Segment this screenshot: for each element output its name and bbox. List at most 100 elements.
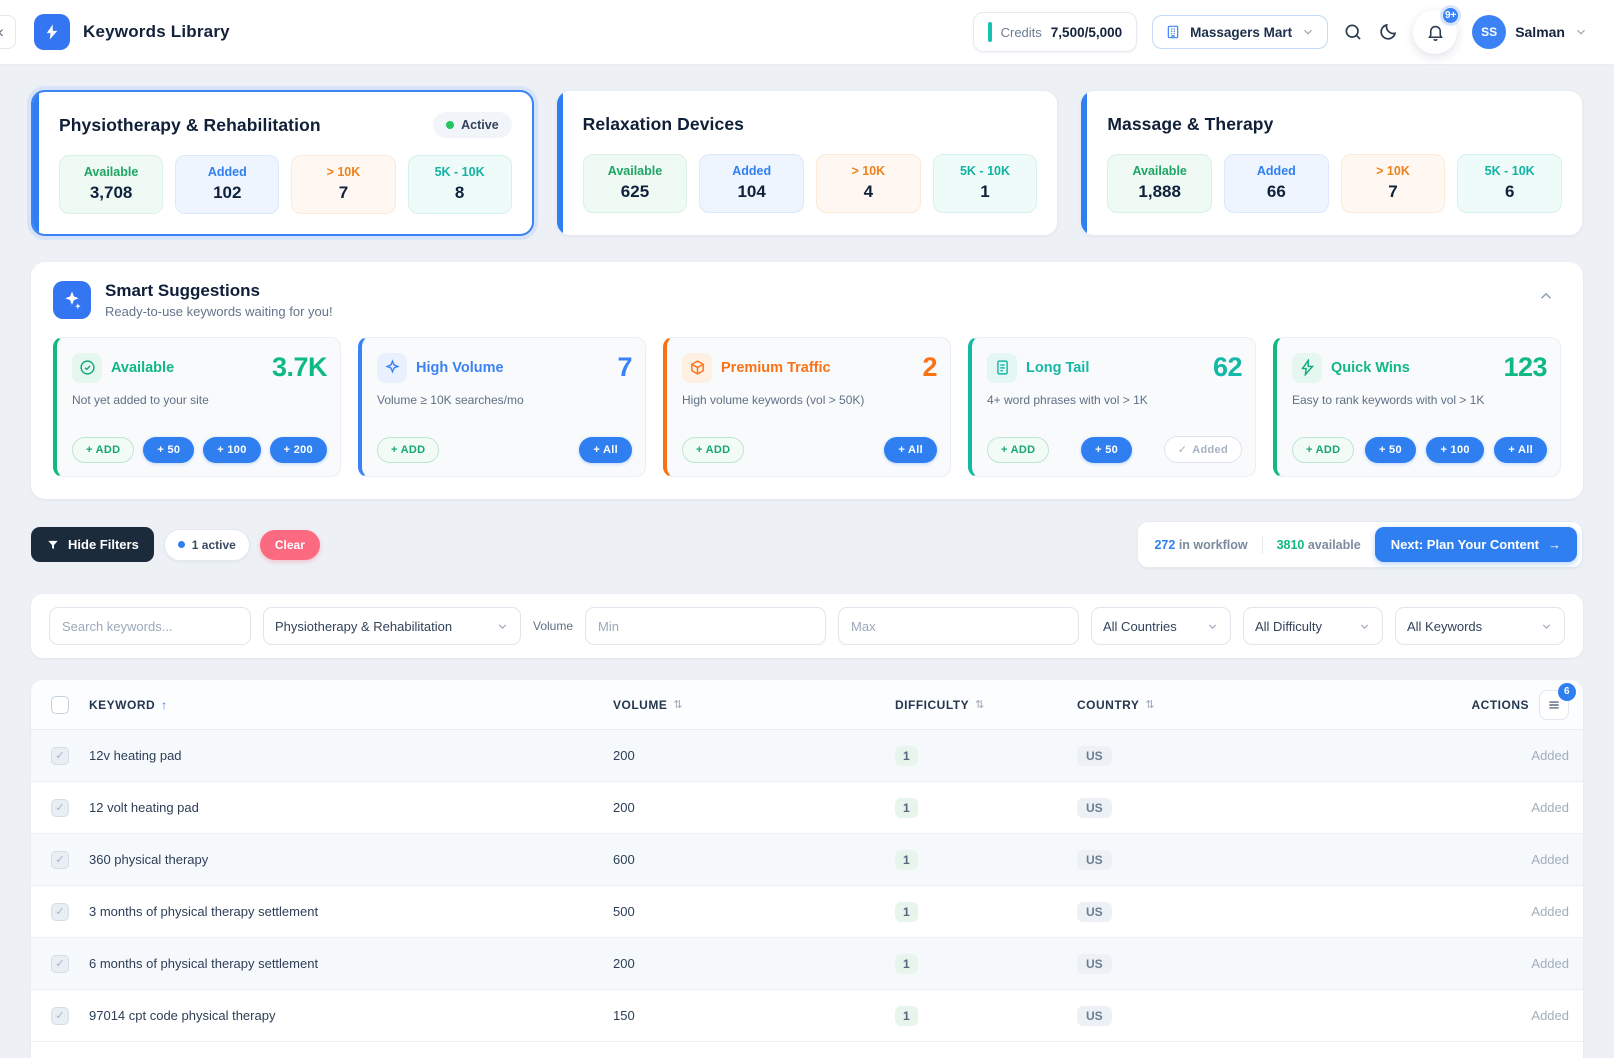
stat-over-10k: > 10K 7: [1341, 154, 1446, 213]
table-header: KEYWORD ↑ VOLUME ⇅ DIFFICULTY ⇅ COUNTRY …: [31, 680, 1583, 730]
bolt-icon: [1292, 353, 1322, 383]
add-50-button[interactable]: + 50: [1365, 437, 1416, 463]
add-button[interactable]: + ADD: [72, 437, 134, 463]
keyword-cell: 3 months of physical therapy settlement: [89, 904, 613, 919]
country-filter-select[interactable]: All Countries: [1091, 607, 1231, 645]
project-card-relaxation-devices[interactable]: Relaxation Devices Available 625 Added 1…: [556, 90, 1059, 236]
chevron-down-icon: [1206, 620, 1219, 633]
suggestion-card-available: Available 3.7K Not yet added to your sit…: [53, 337, 341, 477]
volume-min-input[interactable]: [585, 607, 826, 645]
card-value: 123: [1503, 352, 1547, 383]
add-50-button[interactable]: + 50: [1081, 437, 1132, 463]
theme-toggle-button[interactable]: [1378, 22, 1398, 42]
volume-cell: 500: [613, 904, 895, 919]
country-badge: US: [1077, 902, 1112, 922]
card-description: Volume ≥ 10K searches/mo: [377, 393, 632, 407]
added-button[interactable]: ✓ Added: [1164, 436, 1242, 463]
project-name: Physiotherapy & Rehabilitation: [59, 115, 321, 136]
arrow-right-icon: →: [1548, 537, 1561, 552]
bell-icon: [1426, 23, 1445, 42]
credits-bar-icon: [988, 22, 992, 42]
workflow-stats: 272 in workflow 3810 available Next: Pla…: [1137, 521, 1583, 568]
stat-added: Added 102: [175, 155, 279, 214]
app-logo: [34, 14, 70, 50]
search-button[interactable]: [1343, 22, 1363, 42]
back-button[interactable]: ‹: [0, 15, 16, 49]
add-100-button[interactable]: + 100: [203, 437, 260, 463]
table-body: ✓ 12v heating pad 200 1 US Added ✓ 12 vo…: [31, 730, 1583, 1042]
difficulty-filter-select[interactable]: All Difficulty: [1243, 607, 1383, 645]
volume-max-input[interactable]: [838, 607, 1079, 645]
star-icon: [377, 353, 407, 383]
status-badge: Active: [433, 112, 512, 138]
keyword-cell: 6 months of physical therapy settlement: [89, 956, 613, 971]
search-filter-bar: Physiotherapy & Rehabilitation Volume Al…: [31, 594, 1583, 658]
suggestions-title: Smart Suggestions: [105, 281, 333, 301]
country-badge: US: [1077, 746, 1112, 766]
table-row: ✓ 97014 cpt code physical therapy 150 1 …: [31, 990, 1583, 1042]
search-input[interactable]: [49, 607, 251, 645]
project-card-massage-therapy[interactable]: Massage & Therapy Available 1,888 Added …: [1080, 90, 1583, 236]
card-description: Easy to rank keywords with vol > 1K: [1292, 393, 1547, 407]
keyword-type-filter-select[interactable]: All Keywords: [1395, 607, 1565, 645]
row-checkbox[interactable]: ✓: [51, 955, 69, 973]
chevron-down-icon: [496, 620, 509, 633]
add-100-button[interactable]: + 100: [1426, 437, 1483, 463]
available-count: 3810 available: [1277, 538, 1361, 552]
add-button[interactable]: + ADD: [682, 437, 744, 463]
volume-cell: 200: [613, 956, 895, 971]
card-description: High volume keywords (vol > 50K): [682, 393, 937, 407]
user-menu[interactable]: SS Salman: [1472, 15, 1588, 49]
row-checkbox[interactable]: ✓: [51, 747, 69, 765]
stat-5k-10k: 5K - 10K 8: [408, 155, 512, 214]
hide-filters-button[interactable]: Hide Filters: [31, 527, 154, 562]
notifications-button[interactable]: 9+: [1413, 10, 1457, 54]
clear-filters-button[interactable]: Clear: [260, 530, 320, 560]
row-action-status: Added: [1453, 1008, 1583, 1023]
moon-icon: [1378, 22, 1398, 42]
column-header-actions: ACTIONS 6: [1453, 690, 1583, 720]
project-name: Massage & Therapy: [1107, 114, 1273, 135]
table-row: ✓ 3 months of physical therapy settlemen…: [31, 886, 1583, 938]
row-checkbox[interactable]: ✓: [51, 799, 69, 817]
divider: [1262, 536, 1263, 554]
add-button[interactable]: + ADD: [987, 437, 1049, 463]
add-200-button[interactable]: + 200: [270, 437, 327, 463]
column-header-difficulty[interactable]: DIFFICULTY ⇅: [895, 698, 1077, 712]
columns-menu-button[interactable]: 6: [1539, 690, 1569, 720]
stat-available: Available 3,708: [59, 155, 163, 214]
add-all-button[interactable]: + All: [579, 437, 632, 463]
sparkle-icon: [53, 281, 91, 319]
row-checkbox[interactable]: ✓: [51, 851, 69, 869]
row-action-status: Added: [1453, 904, 1583, 919]
row-checkbox[interactable]: ✓: [51, 1007, 69, 1025]
column-header-country[interactable]: COUNTRY ⇅: [1077, 698, 1453, 712]
collapse-button[interactable]: [1531, 281, 1561, 314]
add-all-button[interactable]: + All: [1494, 437, 1547, 463]
difficulty-badge: 1: [895, 1006, 918, 1026]
next-plan-content-button[interactable]: Next: Plan Your Content →: [1375, 527, 1577, 562]
column-header-keyword[interactable]: KEYWORD ↑: [89, 698, 613, 712]
user-name: Salman: [1515, 24, 1565, 40]
add-all-button[interactable]: + All: [884, 437, 937, 463]
select-all-checkbox[interactable]: [51, 696, 69, 714]
add-button[interactable]: + ADD: [1292, 437, 1354, 463]
active-filters-badge: 1 active: [164, 529, 250, 561]
workflow-count: 272 in workflow: [1154, 538, 1247, 552]
row-action-status: Added: [1453, 800, 1583, 815]
chevron-up-icon: [1537, 287, 1555, 305]
project-card-physiotherapy[interactable]: Physiotherapy & Rehabilitation Active Av…: [31, 90, 534, 236]
column-header-volume[interactable]: VOLUME ⇅: [613, 698, 895, 712]
row-checkbox[interactable]: ✓: [51, 903, 69, 921]
table-row: ✓ 12v heating pad 200 1 US Added: [31, 730, 1583, 782]
difficulty-badge: 1: [895, 954, 918, 974]
card-description: 4+ word phrases with vol > 1K: [987, 393, 1242, 407]
row-action-status: Added: [1453, 956, 1583, 971]
credits-badge: Credits 7,500/5,000: [973, 12, 1138, 52]
add-50-button[interactable]: + 50: [143, 437, 194, 463]
status-label: Active: [461, 118, 499, 132]
avatar: SS: [1472, 15, 1506, 49]
project-filter-select[interactable]: Physiotherapy & Rehabilitation: [263, 607, 521, 645]
store-selector[interactable]: Massagers Mart: [1152, 15, 1328, 49]
add-button[interactable]: + ADD: [377, 437, 439, 463]
